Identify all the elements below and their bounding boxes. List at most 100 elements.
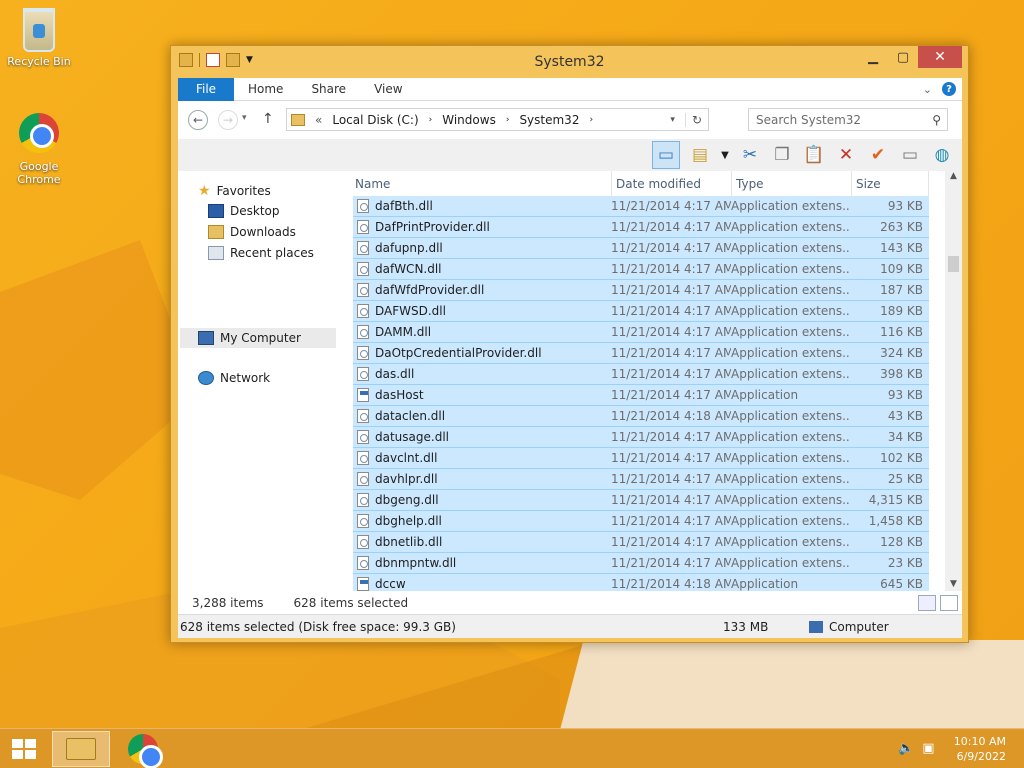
file-date: 11/21/2014 4:18 AM	[611, 577, 731, 591]
refresh-icon[interactable]: ↻	[684, 112, 708, 127]
table-row[interactable]: dataclen.dll 11/21/2014 4:18 AM Applicatio…	[353, 406, 929, 427]
globe-icon[interactable]: ◍	[930, 143, 954, 167]
nav-network[interactable]: Network	[198, 371, 270, 385]
file-name: dbgeng.dll	[375, 493, 439, 507]
back-button[interactable]: ←	[188, 110, 208, 130]
file-name: DaOtpCredentialProvider.dll	[375, 346, 542, 360]
delete-icon[interactable]: ✕	[834, 143, 858, 167]
column-header-name[interactable]: Name	[351, 171, 612, 196]
file-name-cell: dafupnp.dll	[353, 241, 611, 255]
chevron-right-icon[interactable]: ›	[506, 115, 510, 125]
tab-view[interactable]: View	[360, 82, 416, 96]
table-row[interactable]: DafPrintProvider.dll 11/21/2014 4:17 AM Ap…	[353, 217, 929, 238]
desktop-icon-chrome[interactable]: Google Chrome	[4, 113, 74, 186]
table-row[interactable]: dbgeng.dll 11/21/2014 4:17 AM Application …	[353, 490, 929, 511]
file-type: Application	[731, 388, 799, 402]
chrome-icon	[128, 734, 163, 768]
cut-icon[interactable]: ✂	[738, 143, 762, 167]
breadcrumb-system32[interactable]: System32	[519, 113, 579, 127]
file-rows: dafBth.dll 11/21/2014 4:17 AM Application …	[351, 196, 929, 591]
file-date: 11/21/2014 4:17 AM	[611, 346, 731, 360]
network-icon[interactable]: ▣	[922, 741, 934, 756]
table-row[interactable]: das.dll 11/21/2014 4:17 AM Application ext…	[353, 364, 929, 385]
taskbar-chrome[interactable]	[114, 731, 172, 768]
up-button[interactable]: ↑	[262, 111, 274, 127]
explorer-content: ★ Favorites Desktop Downloads Recent pla…	[178, 171, 962, 591]
help-icon[interactable]: ?	[942, 82, 956, 96]
folder-options-icon[interactable]: ▤	[688, 143, 712, 167]
table-row[interactable]: DaOtpCredentialProvider.dll 11/21/2014 4:…	[353, 343, 929, 364]
table-row[interactable]: dafupnp.dll 11/21/2014 4:17 AM Application…	[353, 238, 929, 259]
breadcrumb-windows[interactable]: Windows	[442, 113, 496, 127]
nav-my-computer[interactable]: My Computer	[180, 328, 336, 348]
file-type: Application extens...	[731, 241, 851, 255]
breadcrumb-overflow[interactable]: «	[315, 113, 322, 127]
nav-recent-places[interactable]: Recent places	[208, 246, 314, 260]
nav-desktop[interactable]: Desktop	[208, 204, 280, 218]
file-size: 645 KB	[880, 577, 923, 591]
title-bar[interactable]: ▼ System32 ▁ ▢ ✕	[171, 46, 968, 78]
column-header-date[interactable]: Date modified	[612, 171, 732, 196]
chevron-right-icon[interactable]: ›	[429, 115, 433, 125]
large-icons-view-button[interactable]	[940, 594, 958, 611]
scroll-down-icon[interactable]: ▼	[945, 579, 962, 589]
table-row[interactable]: dbghelp.dll 11/21/2014 4:17 AM Application…	[353, 511, 929, 532]
recent-places-icon	[208, 246, 224, 260]
details-view-button[interactable]	[918, 594, 936, 611]
scroll-up-icon[interactable]: ▲	[945, 171, 962, 181]
breadcrumb-local-disk[interactable]: Local Disk (C:)	[332, 113, 418, 127]
file-size: 93 KB	[887, 388, 923, 402]
copy-icon[interactable]: ❐	[770, 143, 794, 167]
nav-favorites[interactable]: ★ Favorites	[198, 183, 271, 199]
chevron-down-icon[interactable]: ▼	[720, 143, 730, 167]
preview-pane-icon[interactable]: ▭	[652, 141, 680, 169]
search-icon[interactable]: ⚲	[932, 113, 947, 127]
file-name: dbghelp.dll	[375, 514, 442, 528]
address-bar[interactable]: « Local Disk (C:) › Windows › System32 ›…	[286, 108, 709, 131]
maximize-button[interactable]: ▢	[888, 46, 918, 68]
explorer-window: ▼ System32 ▁ ▢ ✕ File Home Share View ⌄ …	[170, 45, 969, 643]
checkmark-icon[interactable]: ✔	[866, 143, 890, 167]
table-row[interactable]: davclnt.dll 11/21/2014 4:17 AM Application…	[353, 448, 929, 469]
column-header-type[interactable]: Type	[732, 171, 852, 196]
table-row[interactable]: dafWCN.dll 11/21/2014 4:17 AM Application …	[353, 259, 929, 280]
start-button[interactable]	[12, 739, 36, 759]
table-row[interactable]: DAMM.dll 11/21/2014 4:17 AM Application ex…	[353, 322, 929, 343]
file-size: 1,458 KB	[868, 514, 923, 528]
clock[interactable]: 10:10 AM 6/9/2022	[954, 734, 1006, 764]
table-row[interactable]: dafBth.dll 11/21/2014 4:17 AM Application …	[353, 196, 929, 217]
table-row[interactable]: datusage.dll 11/21/2014 4:17 AM Applicatio…	[353, 427, 929, 448]
tab-home[interactable]: Home	[234, 82, 297, 96]
table-row[interactable]: dafWfdProvider.dll 11/21/2014 4:17 AM Appl…	[353, 280, 929, 301]
file-size: 23 KB	[887, 556, 923, 570]
table-row[interactable]: dasHost 11/21/2014 4:17 AM Application 93 K…	[353, 385, 929, 406]
rename-icon[interactable]: ▭	[898, 143, 922, 167]
selected-count: 628 items selected	[293, 595, 409, 610]
file-size: 116 KB	[880, 325, 923, 339]
close-button[interactable]: ✕	[918, 46, 962, 68]
paste-icon[interactable]: 📋	[802, 143, 826, 167]
tab-share[interactable]: Share	[297, 82, 360, 96]
column-header-size[interactable]: Size	[852, 171, 929, 196]
nav-downloads[interactable]: Downloads	[208, 225, 296, 239]
dll-file-icon	[357, 367, 369, 381]
forward-button[interactable]: →	[218, 110, 238, 130]
address-dropdown-icon[interactable]: ▾	[670, 115, 675, 125]
desktop-icon-recycle-bin[interactable]: Recycle Bin	[4, 8, 74, 68]
expand-ribbon-icon[interactable]: ⌄	[923, 83, 932, 96]
volume-muted-icon[interactable]: 🔈	[898, 741, 914, 756]
table-row[interactable]: davhlpr.dll 11/21/2014 4:17 AM Application…	[353, 469, 929, 490]
file-name-cell: das.dll	[353, 367, 611, 381]
vertical-scrollbar[interactable]: ▲ ▼	[945, 171, 962, 591]
recent-locations-icon[interactable]: ▾	[242, 113, 247, 123]
table-row[interactable]: dccw 11/21/2014 4:18 AM Application 645 KB	[353, 574, 929, 591]
search-input[interactable]: Search System32 ⚲	[748, 108, 948, 131]
taskbar-file-explorer[interactable]	[52, 731, 110, 767]
table-row[interactable]: dbnmpntw.dll 11/21/2014 4:17 AM Applicatio…	[353, 553, 929, 574]
table-row[interactable]: dbnetlib.dll 11/21/2014 4:17 AM Applicatio…	[353, 532, 929, 553]
table-row[interactable]: DAFWSD.dll 11/21/2014 4:17 AM Application …	[353, 301, 929, 322]
chevron-right-icon[interactable]: ›	[589, 115, 593, 125]
scroll-thumb[interactable]	[948, 256, 959, 272]
tab-file[interactable]: File	[178, 77, 234, 101]
minimize-button[interactable]: ▁	[858, 46, 888, 68]
